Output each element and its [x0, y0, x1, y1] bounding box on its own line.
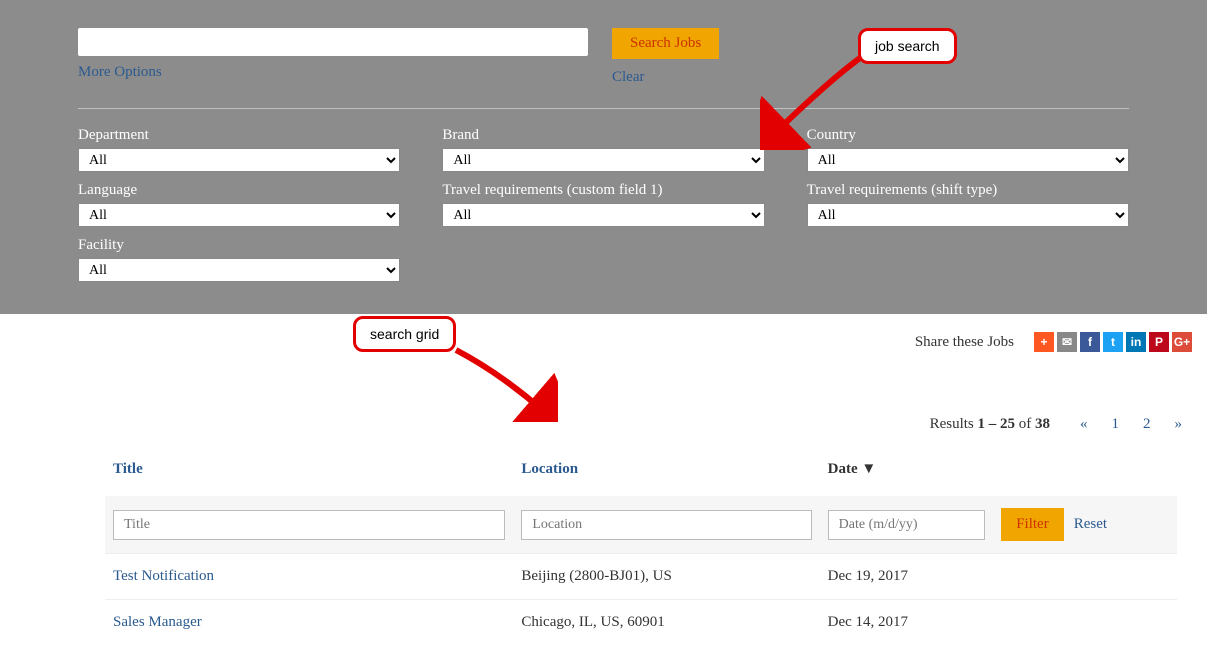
share-text: Share these Jobs	[915, 334, 1014, 351]
filter-label-department: Department	[78, 127, 400, 144]
filter-select-travel-custom[interactable]: All	[442, 203, 764, 227]
filter-select-brand[interactable]: All	[442, 148, 764, 172]
share-googleplus-icon[interactable]: G+	[1172, 332, 1192, 352]
filter-input-date[interactable]	[828, 510, 986, 540]
filter-label-travel-shift: Travel requirements (shift type)	[807, 182, 1129, 199]
share-mail-icon[interactable]: ✉	[1057, 332, 1077, 352]
job-link[interactable]: Test Notification	[113, 568, 214, 584]
search-input[interactable]	[78, 28, 588, 56]
filter-select-travel-shift[interactable]: All	[807, 203, 1129, 227]
table-row: Sales Manager Chicago, IL, US, 60901 Dec…	[105, 600, 1177, 645]
table-row: Test Notification Beijing (2800-BJ01), U…	[105, 554, 1177, 600]
filter-label-language: Language	[78, 182, 400, 199]
header-title[interactable]: Title	[105, 451, 513, 496]
filter-button[interactable]: Filter	[1001, 508, 1064, 541]
job-location: Beijing (2800-BJ01), US	[513, 554, 819, 600]
share-facebook-icon[interactable]: f	[1080, 332, 1100, 352]
results-grid: Title Location Date ▼ Filter	[105, 451, 1177, 645]
share-pinterest-icon[interactable]: P	[1149, 332, 1169, 352]
header-date[interactable]: Date ▼	[820, 451, 994, 496]
filter-select-country[interactable]: All	[807, 148, 1129, 172]
filter-label-travel-custom: Travel requirements (custom field 1)	[442, 182, 764, 199]
annotation-job-search: job search	[858, 28, 957, 64]
filters-grid: Department All Brand All Country All Lan…	[78, 108, 1129, 282]
share-twitter-icon[interactable]: t	[1103, 332, 1123, 352]
filter-select-language[interactable]: All	[78, 203, 400, 227]
results-count: Results 1 – 25 of 38	[930, 416, 1050, 433]
search-jobs-button[interactable]: Search Jobs	[612, 28, 719, 59]
clear-link[interactable]: Clear	[612, 69, 719, 86]
share-plus-icon[interactable]: +	[1034, 332, 1054, 352]
share-linkedin-icon[interactable]: in	[1126, 332, 1146, 352]
page-next[interactable]: »	[1175, 416, 1183, 433]
page-1[interactable]: 1	[1112, 416, 1120, 433]
annotation-search-grid: search grid	[353, 316, 456, 352]
filter-input-title[interactable]	[113, 510, 505, 540]
filter-select-facility[interactable]: All	[78, 258, 400, 282]
filter-label-facility: Facility	[78, 237, 400, 254]
filter-input-location[interactable]	[521, 510, 811, 540]
results-area: Share these Jobs + ✉ f t in P G+ Results…	[0, 314, 1207, 645]
reset-link[interactable]: Reset	[1074, 516, 1107, 533]
page-prev[interactable]: «	[1080, 416, 1088, 433]
filter-label-country: Country	[807, 127, 1129, 144]
job-date: Dec 19, 2017	[820, 554, 994, 600]
filter-label-brand: Brand	[442, 127, 764, 144]
job-location: Chicago, IL, US, 60901	[513, 600, 819, 645]
sort-desc-icon: ▼	[861, 461, 876, 477]
filter-select-department[interactable]: All	[78, 148, 400, 172]
page-2[interactable]: 2	[1143, 416, 1151, 433]
more-options-link[interactable]: More Options	[78, 64, 588, 81]
search-panel: More Options Search Jobs Clear Departmen…	[0, 0, 1207, 314]
job-date: Dec 14, 2017	[820, 600, 994, 645]
job-link[interactable]: Sales Manager	[113, 614, 202, 630]
header-location[interactable]: Location	[513, 451, 819, 496]
